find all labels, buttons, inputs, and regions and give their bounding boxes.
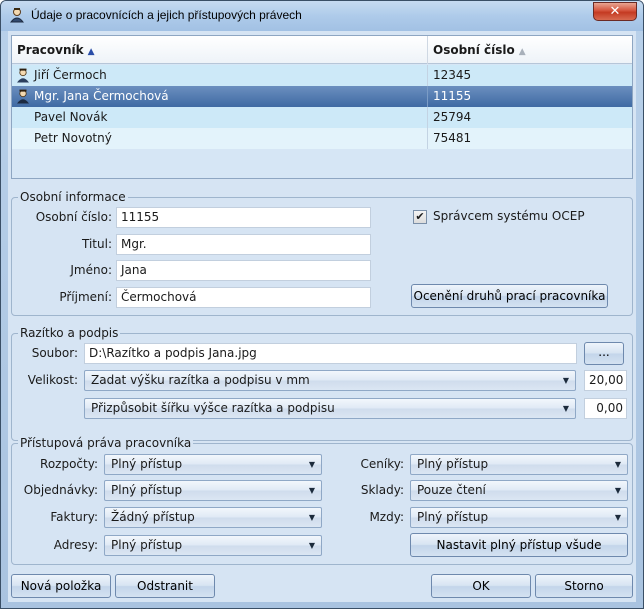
dialog-content: Pracovník ▲ Osobní číslo ▲ Jiří Čermoch 12… — [8, 31, 636, 602]
rights-invoices-select[interactable]: Žádný přístup ▼ — [104, 507, 322, 528]
row-employee-number: 25794 — [433, 110, 472, 124]
sort-ascending-icon: ▲ — [87, 47, 95, 57]
stamp-title: Razítko a podpis — [18, 326, 121, 340]
rights-addresses-label: Adresy: — [53, 538, 98, 552]
last-name-label: Příjmení: — [59, 290, 112, 304]
height-value-field[interactable]: 20,00 — [584, 370, 627, 391]
rights-pricelists-label: Ceníky: — [360, 457, 405, 471]
chevron-down-icon: ▼ — [308, 460, 315, 469]
cancel-button[interactable]: Storno — [535, 574, 633, 598]
personal-number-field[interactable]: 11155 — [116, 207, 371, 228]
rights-stock-value: Pouze čtení — [417, 483, 486, 497]
chevron-down-icon: ▼ — [562, 376, 569, 385]
column-header-number-label: Osobní číslo — [433, 43, 515, 57]
chevron-down-icon: ▼ — [308, 541, 315, 550]
employee-list[interactable]: Pracovník ▲ Osobní číslo ▲ Jiří Čermoch 12… — [11, 35, 633, 179]
width-mode-value: Přizpůsobit šířku výšce razítka a podpis… — [91, 401, 335, 415]
first-name-label: Jméno: — [70, 263, 112, 277]
sort-inactive-icon: ▲ — [518, 47, 526, 57]
title-bar[interactable]: Údaje o pracovnících a jejich přístupový… — [1, 1, 643, 31]
rights-addresses-select[interactable]: Plný přístup ▼ — [104, 535, 322, 556]
rights-addresses-value: Plný přístup — [111, 538, 183, 552]
column-header-employee-label: Pracovník — [17, 43, 84, 57]
evaluate-work-button[interactable]: Ocenění druhů prací pracovníka — [411, 284, 608, 308]
row-employee-name: Jiří Čermoch — [34, 65, 428, 86]
column-header-employee[interactable]: Pracovník ▲ — [12, 36, 428, 64]
window-title: Údaje o pracovnících a jejich přístupový… — [31, 8, 302, 22]
personal-info-title: Osobní informace — [18, 190, 128, 204]
degree-field[interactable]: Mgr. — [116, 234, 371, 255]
rights-pricelists-value: Plný přístup — [417, 457, 489, 471]
first-name-field[interactable]: Jana — [116, 260, 371, 281]
row-employee-name: Petr Novotný — [34, 128, 428, 149]
rights-stock-select[interactable]: Pouze čtení ▼ — [410, 480, 628, 501]
rights-budgets-select[interactable]: Plný přístup ▼ — [104, 454, 322, 475]
admin-checkbox-label[interactable]: Správcem systému OCEP — [433, 209, 585, 223]
chevron-down-icon: ▼ — [308, 513, 315, 522]
table-row[interactable]: Pavel Novák 25794 — [12, 107, 632, 128]
row-employee-name: Pavel Novák — [34, 107, 428, 128]
width-mode-select[interactable]: Přizpůsobit šířku výšce razítka a podpis… — [84, 398, 576, 419]
personal-info-group: Osobní informace Osobní číslo: 11155 Tit… — [11, 190, 633, 316]
size-mode-select[interactable]: Zadat výšku razítka a podpisu v mm ▼ — [84, 370, 576, 391]
personal-number-label: Osobní číslo: — [35, 210, 112, 224]
row-employee-number: 75481 — [433, 131, 472, 145]
file-label: Soubor: — [31, 346, 78, 360]
row-employee-name: Mgr. Jana Čermochová — [34, 86, 428, 107]
rights-orders-select[interactable]: Plný přístup ▼ — [104, 480, 322, 501]
new-item-button[interactable]: Nová položka — [11, 574, 111, 598]
rights-invoices-label: Faktury: — [50, 510, 98, 524]
list-header: Pracovník ▲ Osobní číslo ▲ — [12, 36, 632, 64]
chevron-down-icon: ▼ — [614, 513, 621, 522]
file-path-field[interactable]: D:\Razítko a podpis Jana.jpg — [84, 343, 577, 364]
set-full-access-button[interactable]: Nastavit plný přístup všude — [410, 533, 628, 557]
person-icon — [17, 89, 29, 104]
remove-button[interactable]: Odstranit — [115, 574, 215, 598]
table-row-selected[interactable]: Mgr. Jana Čermochová 11155 — [12, 86, 632, 107]
row-employee-number: 12345 — [433, 68, 472, 82]
person-icon — [17, 68, 29, 83]
size-mode-value: Zadat výšku razítka a podpisu v mm — [91, 373, 310, 387]
dialog-window: Údaje o pracovnících a jejich přístupový… — [0, 0, 644, 609]
ok-button[interactable]: OK — [431, 574, 531, 598]
degree-label: Titul: — [82, 237, 112, 251]
size-label: Velikost: — [27, 373, 78, 387]
close-button[interactable]: ✕ — [593, 2, 637, 21]
chevron-down-icon: ▼ — [614, 486, 621, 495]
table-row[interactable]: Petr Novotný 75481 — [12, 128, 632, 149]
table-row[interactable]: Jiří Čermoch 12345 — [12, 65, 632, 86]
rights-budgets-value: Plný přístup — [111, 457, 183, 471]
admin-checkbox[interactable]: ✔ — [413, 210, 427, 224]
chevron-down-icon: ▼ — [308, 486, 315, 495]
access-rights-title: Přístupová práva pracovníka — [18, 436, 194, 450]
rights-orders-value: Plný přístup — [111, 483, 183, 497]
last-name-field[interactable]: Čermochová — [116, 287, 371, 308]
browse-button[interactable]: ... — [584, 342, 624, 365]
row-employee-number: 11155 — [433, 89, 472, 103]
chevron-down-icon: ▼ — [614, 460, 621, 469]
rights-payroll-value: Plný přístup — [417, 510, 489, 524]
rights-stock-label: Sklady: — [360, 483, 404, 497]
chevron-down-icon: ▼ — [562, 404, 569, 413]
width-value-field[interactable]: 0,00 — [584, 398, 627, 419]
rights-budgets-label: Rozpočty: — [40, 457, 98, 471]
rights-payroll-label: Mzdy: — [369, 510, 404, 524]
rights-payroll-select[interactable]: Plný přístup ▼ — [410, 507, 628, 528]
rights-orders-label: Objednávky: — [23, 483, 98, 497]
stamp-group: Razítko a podpis Soubor: D:\Razítko a po… — [11, 326, 633, 441]
access-rights-group: Přístupová práva pracovníka Rozpočty: Pl… — [11, 436, 633, 565]
rights-invoices-value: Žádný přístup — [111, 510, 195, 524]
rights-pricelists-select[interactable]: Plný přístup ▼ — [410, 454, 628, 475]
user-badge-icon — [9, 8, 25, 23]
column-header-number[interactable]: Osobní číslo ▲ — [428, 36, 632, 64]
